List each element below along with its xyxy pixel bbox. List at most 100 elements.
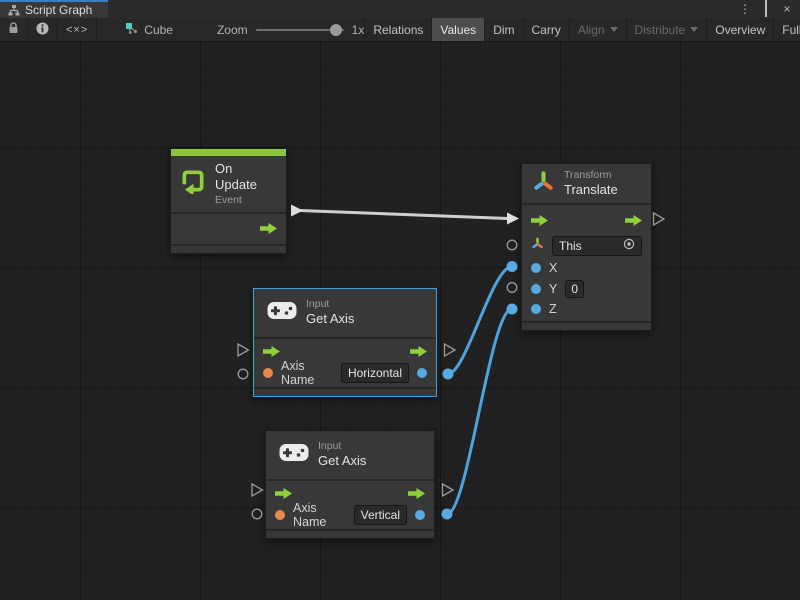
zoom-value: 1x bbox=[352, 23, 365, 37]
control-wire-on-update-to-translate bbox=[291, 205, 519, 225]
graph-toolbar: <×> Cube Zoom 1x Relations Values Dim Ca… bbox=[0, 18, 800, 42]
wire-arrowhead bbox=[507, 213, 519, 225]
node-type: Transform bbox=[564, 169, 618, 182]
external-port-axis-name-h bbox=[238, 369, 248, 379]
node-translate[interactable]: Transform Translate This bbox=[521, 163, 652, 331]
axis-name-label: Axis Name bbox=[293, 501, 338, 529]
fullscreen-button[interactable]: Full Screen bbox=[773, 18, 800, 41]
graph-hierarchy-icon bbox=[8, 5, 20, 16]
control-input-port[interactable] bbox=[263, 346, 280, 357]
node-get-axis-vertical[interactable]: Input Get Axis Axis Name Vertical bbox=[265, 430, 435, 539]
y-port-label: Y bbox=[549, 282, 557, 296]
maximize-icon[interactable] bbox=[759, 3, 773, 15]
zoom-control: Zoom 1x bbox=[217, 18, 364, 41]
control-input-port[interactable] bbox=[531, 215, 548, 226]
x-port-label: X bbox=[549, 261, 557, 275]
gamepad-icon bbox=[279, 443, 309, 467]
titlebar: Script Graph ⋮ × bbox=[0, 0, 800, 18]
value-output-port[interactable] bbox=[415, 510, 425, 520]
control-input-port[interactable] bbox=[275, 488, 292, 499]
transform-port-icon bbox=[531, 237, 544, 255]
axis-name-field[interactable]: Horizontal bbox=[341, 363, 409, 383]
code-icon: <×> bbox=[66, 24, 88, 36]
value-wire-vertical-to-z bbox=[447, 309, 512, 514]
value-output-port[interactable] bbox=[417, 368, 427, 378]
x-input-port[interactable] bbox=[531, 263, 541, 273]
toolbar-toggles: Relations Values Dim Carry Align Distrib… bbox=[364, 18, 800, 41]
external-port-x-input bbox=[507, 261, 518, 272]
control-output-port[interactable] bbox=[260, 223, 277, 234]
tab-title: Script Graph bbox=[25, 3, 92, 17]
inspect-button[interactable] bbox=[28, 18, 58, 41]
y-input-port[interactable] bbox=[531, 284, 541, 294]
node-footer bbox=[522, 321, 651, 330]
graph-target[interactable]: Cube bbox=[119, 18, 179, 41]
external-port-z-input bbox=[507, 304, 518, 315]
target-object-field[interactable]: This bbox=[552, 236, 642, 256]
values-toggle[interactable]: Values bbox=[431, 18, 484, 41]
window-controls: ⋮ × bbox=[738, 0, 800, 18]
node-on-update[interactable]: On Update Event bbox=[170, 148, 287, 254]
node-get-axis-horizontal[interactable]: Input Get Axis Axis Name Horizontal bbox=[253, 288, 437, 397]
align-dropdown[interactable]: Align bbox=[569, 18, 626, 41]
external-port-horizontal-output bbox=[443, 369, 454, 380]
node-title: Get Axis bbox=[306, 311, 354, 327]
distribute-dropdown[interactable]: Distribute bbox=[626, 18, 707, 41]
control-output-port[interactable] bbox=[408, 488, 425, 499]
external-port-getv-control-out bbox=[443, 484, 454, 496]
external-port-axis-name-v bbox=[252, 509, 262, 519]
update-loop-icon bbox=[180, 168, 206, 199]
external-port-getv-control-in bbox=[252, 484, 263, 496]
transform-icon bbox=[532, 170, 555, 198]
chevron-down-icon bbox=[610, 27, 618, 32]
z-port-label: Z bbox=[549, 302, 557, 316]
external-port-y-input bbox=[507, 283, 517, 293]
axis-name-input-port[interactable] bbox=[275, 510, 285, 520]
external-port-geth-control-in bbox=[238, 344, 249, 356]
object-picker-icon[interactable] bbox=[623, 238, 635, 254]
carry-toggle[interactable]: Carry bbox=[523, 18, 569, 41]
external-port-vertical-output bbox=[442, 509, 453, 520]
zoom-slider-knob[interactable] bbox=[330, 24, 342, 36]
lock-button[interactable] bbox=[0, 18, 28, 41]
node-footer bbox=[254, 387, 436, 396]
info-icon bbox=[36, 22, 49, 38]
external-port-translate-control-out bbox=[654, 213, 665, 225]
wire-arrowhead bbox=[291, 205, 303, 217]
graph-canvas[interactable]: On Update Event Transform T bbox=[0, 42, 800, 600]
node-title: Get Axis bbox=[318, 453, 366, 469]
menu-icon[interactable]: ⋮ bbox=[738, 3, 752, 15]
dim-toggle[interactable]: Dim bbox=[484, 18, 522, 41]
overview-button[interactable]: Overview bbox=[706, 18, 773, 41]
y-value-field[interactable]: 0 bbox=[565, 280, 584, 298]
value-wire-horizontal-to-x bbox=[448, 267, 512, 375]
target-object-value: This bbox=[559, 238, 582, 254]
node-type: Input bbox=[306, 298, 354, 311]
external-port-geth-control-out bbox=[445, 344, 456, 356]
node-type: Event bbox=[215, 194, 277, 207]
node-title: Translate bbox=[564, 182, 618, 198]
relations-toggle[interactable]: Relations bbox=[364, 18, 431, 41]
axis-name-input-port[interactable] bbox=[263, 368, 273, 378]
axis-name-field[interactable]: Vertical bbox=[354, 505, 407, 525]
node-type: Input bbox=[318, 440, 366, 453]
control-output-port[interactable] bbox=[625, 215, 642, 226]
script-graph-asset-icon bbox=[125, 22, 139, 38]
node-footer bbox=[171, 244, 286, 253]
chevron-down-icon bbox=[690, 27, 698, 32]
code-preview-button[interactable]: <×> bbox=[58, 18, 97, 41]
z-input-port[interactable] bbox=[531, 304, 541, 314]
tab-script-graph[interactable]: Script Graph bbox=[0, 0, 108, 18]
script-graph-window: Script Graph ⋮ × <×> Cube bbox=[0, 0, 800, 600]
lock-icon bbox=[8, 22, 19, 37]
node-title: On Update bbox=[215, 161, 277, 194]
graph-target-label: Cube bbox=[144, 23, 173, 37]
zoom-label: Zoom bbox=[217, 23, 248, 37]
gamepad-icon bbox=[267, 301, 297, 325]
control-output-port[interactable] bbox=[410, 346, 427, 357]
close-icon[interactable]: × bbox=[780, 3, 794, 15]
node-footer bbox=[266, 529, 434, 538]
zoom-slider[interactable] bbox=[256, 29, 344, 31]
axis-name-label: Axis Name bbox=[281, 359, 325, 387]
event-color-bar bbox=[171, 149, 286, 156]
